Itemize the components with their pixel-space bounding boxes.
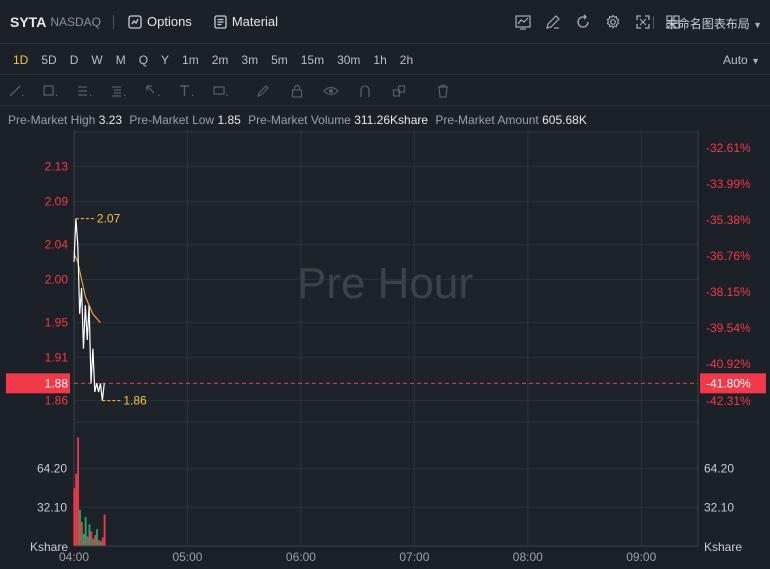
- volume-tick-label: 32.10: [37, 500, 67, 514]
- high-annotation-label: 2.07: [97, 212, 121, 226]
- time-tick-label: 04:00: [59, 550, 89, 564]
- volume-bar: [96, 529, 98, 546]
- volume-bar: [88, 524, 91, 546]
- volume-bar: [80, 521, 83, 546]
- volume-bar: [82, 533, 85, 546]
- pct-tick-label: -39.54%: [706, 321, 751, 335]
- price-tick-label: 2.04: [45, 238, 69, 252]
- volume-bar: [79, 509, 81, 546]
- time-tick-label: 07:00: [399, 550, 429, 564]
- watermark-text: Pre Hour: [297, 259, 473, 308]
- pct-tick-label: -32.61%: [706, 141, 751, 155]
- price-tick-label: 1.86: [45, 394, 69, 408]
- volume-bar: [94, 535, 96, 546]
- current-price-label: 1.88: [45, 376, 69, 390]
- volume-tick-label: 32.10: [704, 500, 734, 514]
- volume-tick-label: 64.20: [37, 462, 67, 476]
- volume-bar: [84, 517, 87, 546]
- volume-bar: [103, 514, 106, 546]
- pct-tick-label: -35.38%: [706, 213, 751, 227]
- price-tick-label: 1.91: [45, 350, 69, 364]
- low-annotation-label: 1.86: [123, 394, 147, 408]
- volume-bar: [101, 537, 104, 546]
- volume-unit-label: Kshare: [704, 540, 742, 554]
- price-tick-label: 2.00: [45, 272, 69, 286]
- plot-area: [74, 130, 698, 546]
- pct-tick-label: -36.76%: [706, 249, 751, 263]
- time-tick-label: 09:00: [626, 550, 656, 564]
- volume-bar: [75, 473, 78, 546]
- price-tick-label: 2.13: [45, 160, 69, 174]
- volume-bar: [99, 541, 102, 546]
- price-chart[interactable]: Pre Hour 2.13 2.09 2.04 2.00 1.95 1.91 1.86 -32.…: [0, 0, 770, 569]
- pct-tick-label: -38.15%: [706, 285, 751, 299]
- volume-tick-label: 64.20: [704, 462, 734, 476]
- current-pct-label: -41.80%: [706, 376, 751, 390]
- price-tick-label: 1.95: [45, 316, 69, 330]
- volume-bar: [97, 539, 100, 546]
- volume-bar: [77, 437, 79, 546]
- volume-bar: [86, 536, 89, 546]
- time-tick-label: 08:00: [513, 550, 543, 564]
- pct-tick-label: -42.31%: [706, 394, 751, 408]
- volume-bar: [90, 531, 93, 546]
- pct-tick-label: -33.99%: [706, 177, 751, 191]
- volume-bar: [73, 488, 76, 546]
- price-tick-label: 2.09: [45, 194, 69, 208]
- time-tick-label: 05:00: [172, 550, 202, 564]
- volume-bar: [92, 538, 95, 546]
- time-tick-label: 06:00: [286, 550, 316, 564]
- pct-tick-label: -40.92%: [706, 357, 751, 371]
